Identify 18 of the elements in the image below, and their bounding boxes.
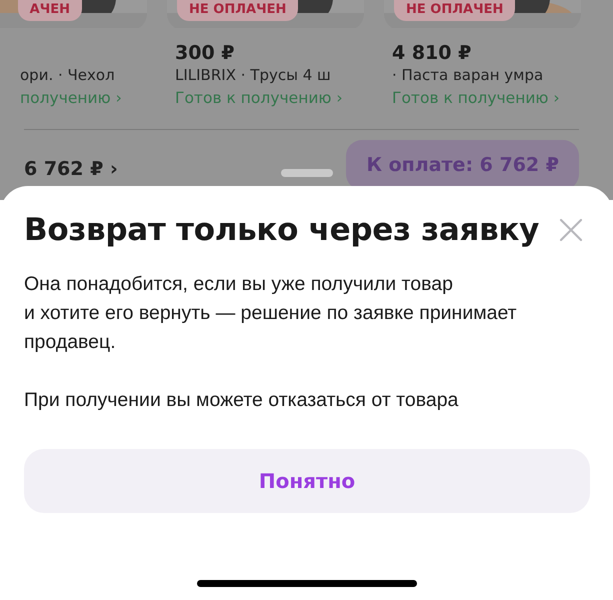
product-price: 300 ₽ (175, 42, 236, 66)
product-title: · Паста варан умра (392, 66, 544, 84)
product-title: ори. · Чехол (20, 66, 116, 84)
sheet-text: При получении вы можете отказаться от товара (24, 388, 460, 413)
status-badge: АЧЕН (18, 0, 82, 21)
status-link[interactable]: Готов к получению › (175, 89, 364, 107)
sheet-title: Возврат только через заявку (24, 212, 540, 248)
close-icon[interactable] (559, 218, 583, 242)
sheet-text: Она понадобится, если вы уже получили товар и хотите его вернуть — решение по заявке принимает продавец. (24, 272, 518, 355)
status-badge: НЕ ОПЛАЧЕН (394, 0, 516, 21)
sheet-handle[interactable] (281, 169, 333, 177)
status-link[interactable]: Готов к получению › (392, 89, 581, 107)
ok-button[interactable]: Понятно (24, 449, 590, 513)
product-title: LILIBRIX · Трусы 4 ш (175, 66, 332, 84)
status-link[interactable]: получению › (20, 89, 147, 107)
status-badge: НЕ ОПЛАЧЕН (177, 0, 298, 21)
total-amount[interactable]: 6 762 ₽ › (24, 158, 118, 180)
product-price: 4 810 ₽ (392, 42, 472, 66)
